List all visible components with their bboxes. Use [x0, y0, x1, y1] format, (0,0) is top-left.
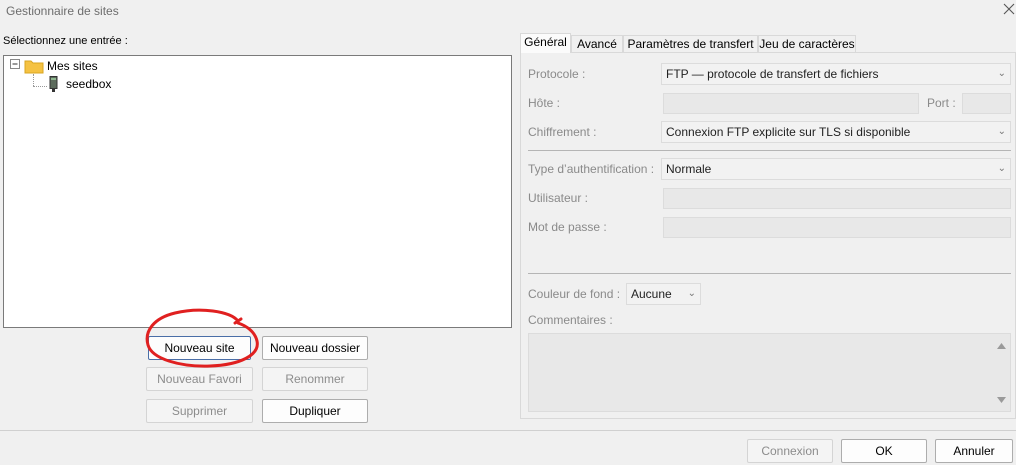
- site-tree[interactable]: Mes sites seedbox: [3, 55, 512, 328]
- tree-item-mes-sites[interactable]: Mes sites: [47, 59, 98, 73]
- tree-connector: [33, 74, 34, 86]
- folder-icon: [24, 58, 44, 77]
- user-label: Utilisateur :: [528, 191, 589, 205]
- password-input[interactable]: [663, 217, 1011, 238]
- tab-general[interactable]: Général: [520, 33, 571, 53]
- host-input[interactable]: [663, 93, 919, 114]
- user-input[interactable]: [663, 188, 1011, 209]
- port-label: Port :: [927, 96, 956, 110]
- collapse-toggle-icon[interactable]: [10, 59, 22, 71]
- annotation-circle: [145, 308, 259, 368]
- bg-color-select[interactable]: Aucune ⌄: [626, 283, 701, 305]
- port-input[interactable]: [962, 93, 1011, 114]
- password-label: Mot de passe :: [528, 220, 607, 234]
- encryption-label: Chiffrement :: [528, 125, 597, 139]
- tab-avance[interactable]: Avancé: [571, 35, 623, 53]
- folder-icon-glyph: [24, 60, 44, 74]
- duplicate-button[interactable]: Dupliquer: [262, 399, 368, 423]
- chevron-down-icon: ⌄: [997, 163, 1006, 174]
- tree-item-seedbox[interactable]: seedbox: [66, 77, 111, 91]
- auth-value: Normale: [666, 162, 712, 176]
- scroll-down-icon[interactable]: [997, 393, 1006, 407]
- new-folder-button[interactable]: Nouveau dossier: [262, 336, 368, 360]
- scroll-up-icon[interactable]: [997, 338, 1006, 352]
- close-icon-glyph: [1003, 3, 1015, 15]
- server-icon-glyph: [49, 76, 58, 92]
- encryption-value: Connexion FTP explicite sur TLS si dispo…: [666, 125, 911, 139]
- host-label: Hôte :: [528, 96, 561, 110]
- scroll-up-glyph: [997, 343, 1006, 349]
- tab-parametres-transfert[interactable]: Paramètres de transfert: [623, 35, 758, 53]
- comments-textarea[interactable]: [528, 333, 1011, 412]
- auth-label: Type d’authentification :: [528, 162, 655, 176]
- comments-label: Commentaires :: [528, 313, 613, 327]
- tree-connector-h: [33, 86, 47, 87]
- footer-divider: [0, 430, 1016, 431]
- tab-jeu-caracteres[interactable]: Jeu de caractères: [758, 35, 856, 53]
- server-icon: [49, 76, 58, 95]
- chevron-down-icon: ⌄: [687, 288, 696, 299]
- scroll-down-glyph: [997, 397, 1006, 403]
- divider: [528, 273, 1011, 274]
- protocol-label: Protocole :: [528, 67, 586, 81]
- auth-select[interactable]: Normale ⌄: [661, 158, 1011, 180]
- chevron-down-icon: ⌄: [997, 126, 1006, 137]
- rename-button[interactable]: Renommer: [262, 367, 368, 391]
- new-bookmark-button[interactable]: Nouveau Favori: [146, 367, 253, 391]
- divider: [528, 150, 1011, 151]
- tree-label: Sélectionnez une entrée :: [3, 35, 128, 47]
- close-icon[interactable]: [1003, 3, 1015, 17]
- collapse-toggle-glyph: [10, 59, 20, 69]
- bg-color-label: Couleur de fond :: [528, 287, 621, 301]
- protocol-value: FTP — protocole de transfert de fichiers: [666, 67, 879, 81]
- delete-button[interactable]: Supprimer: [146, 399, 253, 423]
- cancel-button[interactable]: Annuler: [935, 439, 1013, 463]
- connect-button[interactable]: Connexion: [747, 439, 833, 463]
- bg-color-value: Aucune: [631, 287, 672, 301]
- protocol-select[interactable]: FTP — protocole de transfert de fichiers…: [661, 63, 1011, 85]
- chevron-down-icon: ⌄: [997, 68, 1006, 79]
- encryption-select[interactable]: Connexion FTP explicite sur TLS si dispo…: [661, 121, 1011, 143]
- window-title: Gestionnaire de sites: [6, 4, 119, 18]
- ok-button[interactable]: OK: [841, 439, 927, 463]
